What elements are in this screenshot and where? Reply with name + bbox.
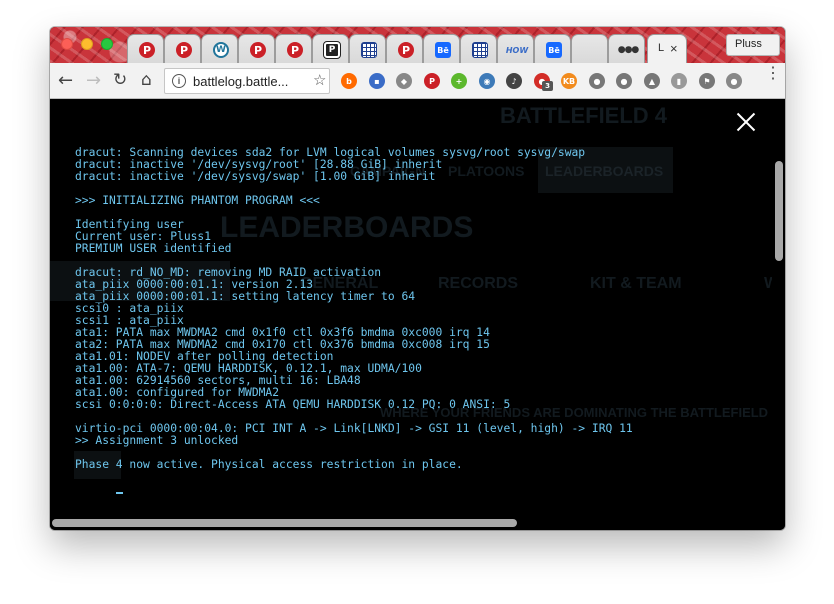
squares-icon[interactable]: ▪ <box>369 73 385 89</box>
dots-icon: ●●● <box>617 45 640 55</box>
home-button[interactable]: ⌂ <box>141 70 152 90</box>
terminal-line: >>> INITIALIZING PHANTOM PROGRAM <<< <box>75 194 320 207</box>
drive-icon-glyph: ▲ <box>648 76 656 86</box>
tab-active[interactable]: L × <box>647 34 687 63</box>
behance-icon: Bē <box>435 42 451 58</box>
terminal-line: >> Assignment 3 unlocked <box>75 434 239 447</box>
tab-8[interactable]: Bē <box>423 34 460 63</box>
pinterest-icon: P <box>287 42 303 58</box>
chrome-menu-icon[interactable]: ⋮ <box>765 66 781 82</box>
speech-icon-glyph: ● <box>593 76 601 86</box>
terminal-line: Phase 4 now active. Physical access rest… <box>75 458 463 471</box>
back-button[interactable]: ← <box>58 70 73 91</box>
pinterest-icon: P <box>176 42 192 58</box>
tab-active-label: L <box>658 42 665 54</box>
page-viewport: BATTLEFIELD 4 CAMPAIGN PLATOONS LEADERBO… <box>50 99 785 530</box>
lock-icon-glyph: ● <box>730 76 738 86</box>
tab-7[interactable]: P <box>386 34 423 63</box>
tab-3[interactable]: P <box>238 34 275 63</box>
grid-icon <box>361 42 377 58</box>
plus-icon-glyph: + <box>455 76 463 86</box>
globe-icon[interactable]: ◉ <box>479 73 495 89</box>
squares-icon-glyph: ▪ <box>374 76 380 86</box>
close-overlay-button[interactable] <box>736 112 756 132</box>
tab-0[interactable]: P <box>127 34 164 63</box>
pinterest-icon: P <box>250 42 266 58</box>
pinterest-icon: P <box>139 42 155 58</box>
browser-window: P P W P P P P Bē HOW Bē ●●● L × Pluss ← → ↻ ⌂ i ba… <box>50 27 785 530</box>
globe-icon-glyph: ◉ <box>483 76 491 86</box>
doc-icon[interactable]: ▮ <box>671 73 687 89</box>
wordpress-icon: W <box>213 42 229 58</box>
lock-icon[interactable]: ● <box>726 73 742 89</box>
cloud-icon[interactable]: ● <box>616 73 632 89</box>
behance-icon: Bē <box>546 42 562 58</box>
tab-close-icon[interactable]: × <box>670 41 678 56</box>
tab-12[interactable] <box>571 34 608 63</box>
kb-icon[interactable]: KB <box>561 73 577 89</box>
horizontal-scroll-thumb[interactable] <box>52 519 517 527</box>
url-text[interactable]: battlelog.battle... <box>193 74 288 89</box>
puzzle-icon-glyph: ◆ <box>400 76 408 86</box>
speech-icon[interactable]: ● <box>589 73 605 89</box>
tab-6[interactable] <box>349 34 386 63</box>
tab-2[interactable]: W <box>201 34 238 63</box>
delicious-icon <box>583 42 599 58</box>
minimize-window-button[interactable] <box>81 38 93 50</box>
pinterest-icon: P <box>398 42 414 58</box>
pinterest-icon[interactable]: P <box>424 73 440 89</box>
horizontal-scrollbar[interactable] <box>50 516 772 530</box>
bookmark-star-icon[interactable]: ☆ <box>313 71 326 89</box>
terminal-line: dracut: inactive '/dev/sysvg/swap' [1.00… <box>75 170 436 183</box>
pinterest-icon-glyph: P <box>429 76 435 86</box>
reload-button[interactable]: ↻ <box>113 70 127 90</box>
maximize-window-button[interactable] <box>101 38 113 50</box>
cloud-icon-glyph: ● <box>620 76 628 86</box>
how-icon: HOW <box>505 45 529 55</box>
close-window-button[interactable] <box>61 38 73 50</box>
b-circle-icon[interactable]: b <box>341 73 357 89</box>
tab-1[interactable]: P <box>164 34 201 63</box>
terminal-output: dracut: Scanning devices sda2 for LVM lo… <box>75 123 755 509</box>
terminal-line: PREMIUM USER identified <box>75 242 232 255</box>
p-logo-icon: P <box>323 41 341 59</box>
vertical-scrollbar[interactable] <box>772 99 785 517</box>
flag-icon-glyph: ⚑ <box>703 76 711 86</box>
music-icon-glyph: ♪ <box>511 76 517 86</box>
profile-button[interactable]: Pluss <box>726 34 780 56</box>
doc-icon-glyph: ▮ <box>676 76 682 86</box>
forward-button[interactable]: → <box>86 70 101 91</box>
plus-icon[interactable]: + <box>451 73 467 89</box>
address-bar[interactable]: i battlelog.battle... ☆ <box>164 68 330 94</box>
grid-icon <box>472 42 488 58</box>
b-circle-icon-glyph: b <box>346 76 352 86</box>
extension-badge: 3 <box>542 81 553 91</box>
drive-icon[interactable]: ▲ <box>644 73 660 89</box>
browser-toolbar: ← → ↻ ⌂ i battlelog.battle... ☆ b ▪ ◆ P + ◉ ♪ ●… <box>50 63 785 99</box>
tab-9[interactable] <box>460 34 497 63</box>
kb-icon-glyph: KB <box>562 76 576 86</box>
music-icon[interactable]: ♪ <box>506 73 522 89</box>
terminal-cursor <box>115 492 123 494</box>
tab-5[interactable]: P <box>312 34 349 63</box>
vertical-scroll-thumb[interactable] <box>775 161 783 261</box>
flag-icon[interactable]: ⚑ <box>699 73 715 89</box>
tab-13[interactable]: ●●● <box>608 34 645 63</box>
tab-11[interactable]: Bē <box>534 34 571 63</box>
tab-10[interactable]: HOW <box>497 34 534 63</box>
site-info-icon[interactable]: i <box>172 74 186 88</box>
puzzle-icon[interactable]: ◆ <box>396 73 412 89</box>
lastpass-icon[interactable]: ●3 <box>534 73 553 91</box>
terminal-line: scsi 0:0:0:0: Direct-Access ATA QEMU HAR… <box>75 398 511 411</box>
tab-4[interactable]: P <box>275 34 312 63</box>
tab-strip: P P W P P P P Bē HOW Bē ●●● L × Pluss <box>50 27 785 63</box>
